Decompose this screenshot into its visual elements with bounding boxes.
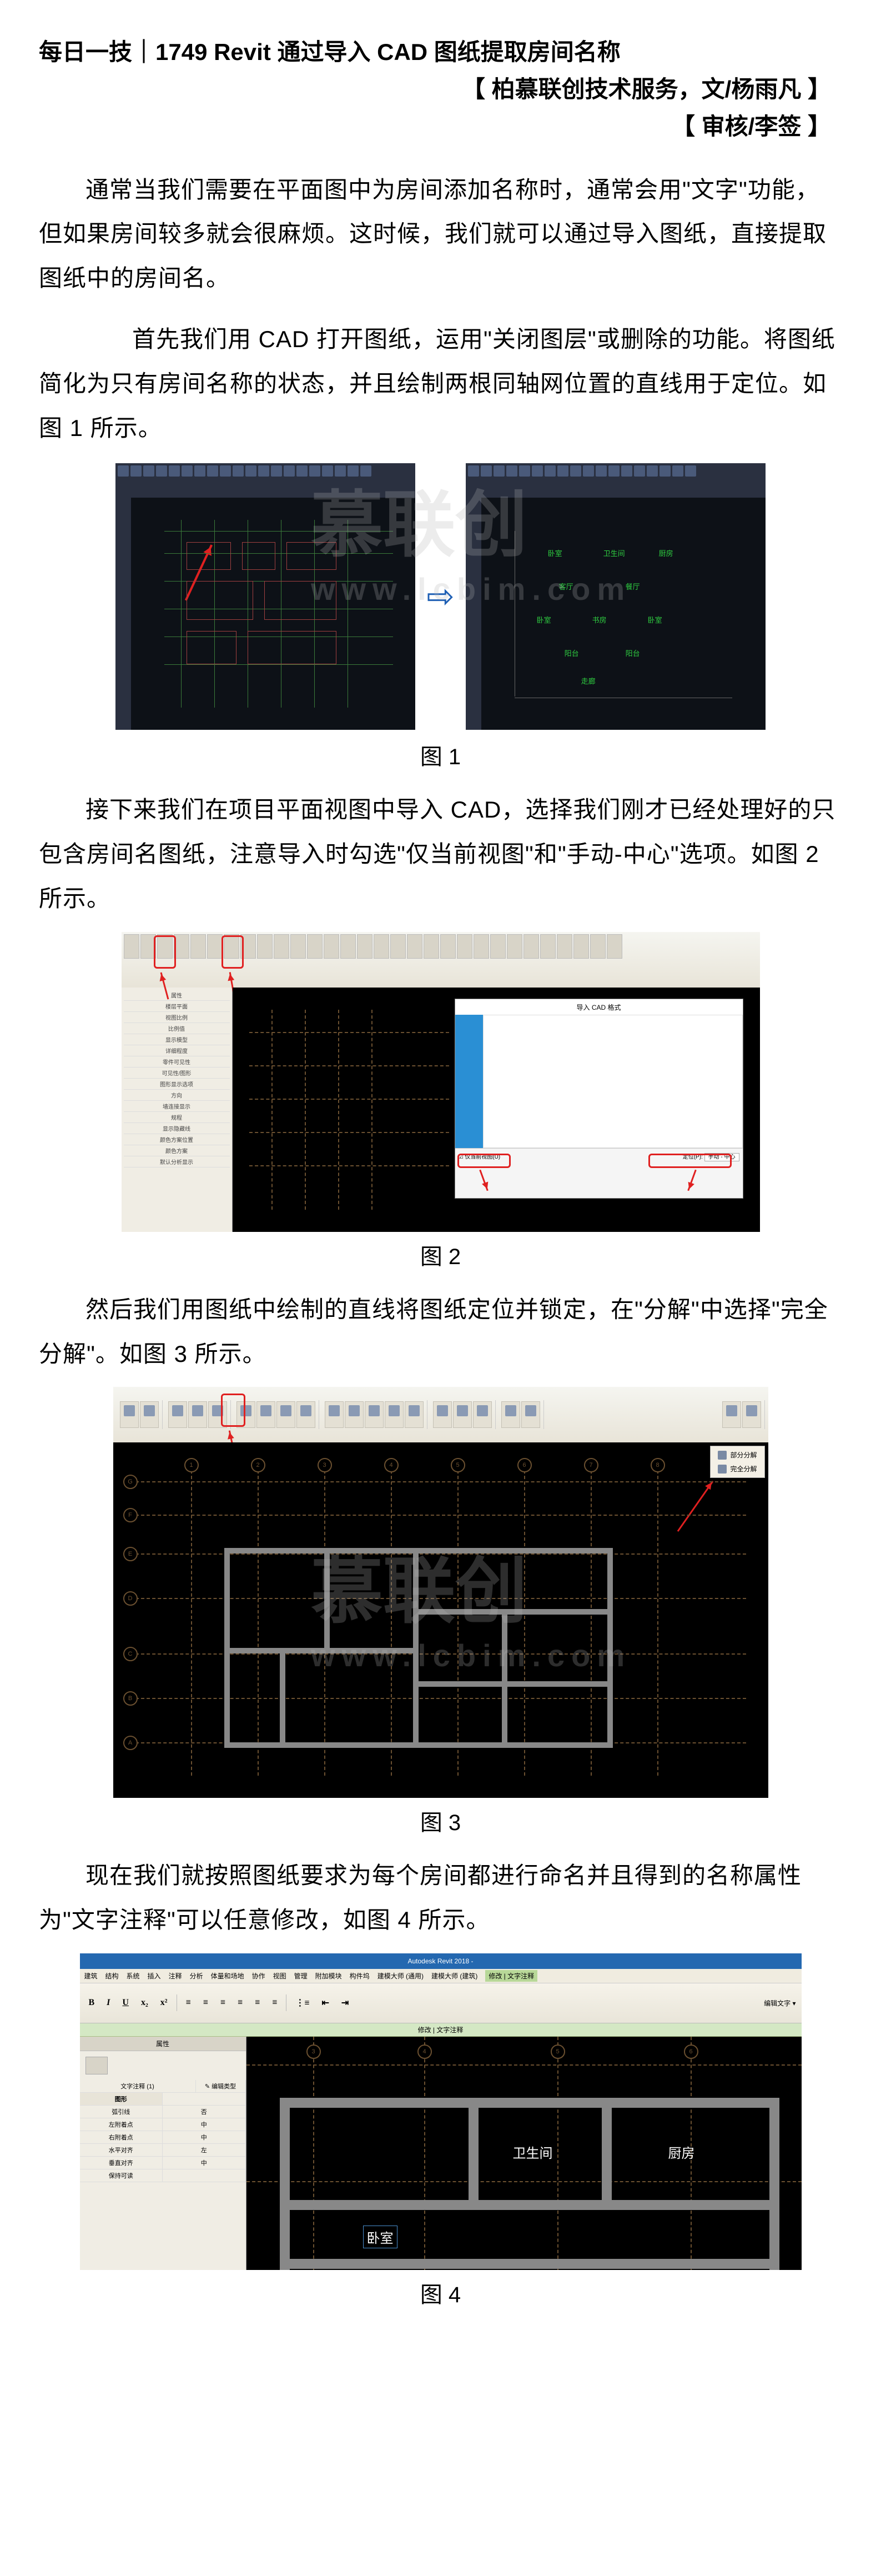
prop-label: 左附着点 [80,2118,163,2131]
tab-item[interactable]: 建模大师 (通用) [377,1971,424,1981]
arrow-right-icon: ⇨ [426,577,454,616]
figure-2: 属性 楼层平面 视图比例 比例值 显示模型 详细程度 零件可见性 可见性/图形 … [39,932,842,1271]
prop-value[interactable]: 中 [163,2131,246,2143]
properties-header: 属性 [80,2037,246,2051]
tab-item[interactable]: 协作 [252,1971,265,1981]
tab-item[interactable]: 视图 [273,1971,286,1981]
title-block: 每日一技｜1749 Revit 通过导入 CAD 图纸提取房间名称 【 柏慕联创… [39,33,842,146]
figure-3-caption: 图 3 [39,1805,842,1837]
tab-item[interactable]: 管理 [294,1971,308,1981]
tab-item[interactable]: 结构 [105,1971,119,1981]
prop-value[interactable]: 中 [163,2118,246,2131]
prop-label: 垂直对齐 [80,2157,163,2169]
figure-2-caption: 图 2 [39,1239,842,1271]
explode-dropdown[interactable]: 部分分解 完全分解 [710,1446,764,1478]
tab-item-active[interactable]: 修改 | 文字注释 [485,1970,537,1982]
tab-item[interactable]: 建模大师 (建筑) [431,1971,477,1981]
cad-before [115,463,415,730]
room-label[interactable]: 厨房 [668,2142,695,2162]
paragraph-5: 现在我们就按照图纸要求为每个房间都进行命名并且得到的名称属性为"文字注释"可以任… [39,1853,842,1942]
prop-value[interactable] [163,2169,246,2182]
paragraph-1: 通常当我们需要在平面图中为房间添加名称时，通常会用"文字"功能，但如果房间较多就… [39,168,842,300]
article-title: 每日一技｜1749 Revit 通过导入 CAD 图纸提取房间名称 [39,33,842,71]
figure-1-caption: 图 1 [39,739,842,771]
prop-value[interactable]: 中 [163,2157,246,2169]
paragraph-2: 首先我们用 CAD 打开图纸，运用"关闭图层"或删除的功能。将图纸简化为只有房间… [39,317,842,450]
dialog-title: 导入 CAD 格式 [455,999,743,1016]
prop-label: 保持可读 [80,2169,163,2182]
italic-button[interactable]: I [103,1997,113,2009]
text-format-ribbon: B I U x₂ x² ≡ ≡ ≡ ≡ ≡ ≡ ⋮≡ ⇤ ⇥ 编辑文字 ▾ [80,1983,802,2023]
properties-panel: 属性 楼层平面 视图比例 比例值 显示模型 详细程度 零件可见性 可见性/图形 … [122,988,233,1232]
figure-1: ⇨ 卧室 卫生间 厨房 客厅 餐厅 卧室 书房 卧室 阳台 阳台 走廊 [39,461,842,771]
align-right-button[interactable]: ≡ [217,1997,229,2009]
align-center-button[interactable]: ≡ [200,1997,212,2009]
revit-canvas: 3 4 5 6 卫生间 厨房 卧室 [246,2037,802,2270]
align-middle-button[interactable]: ≡ [251,1997,263,2009]
revit-ribbon [122,932,760,988]
paragraph-4: 然后我们用图纸中绘制的直线将图纸定位并锁定，在"分解"中选择"完全分解"。如图 … [39,1287,842,1376]
room-label[interactable]: 卫生间 [513,2142,553,2162]
align-top-button[interactable]: ≡ [234,1997,246,2009]
prop-label: 弧引线 [80,2106,163,2118]
tab-item[interactable]: 插入 [148,1971,161,1981]
align-left-button[interactable]: ≡ [183,1997,194,2009]
prop-value[interactable]: 否 [163,2106,246,2118]
edit-type-button[interactable]: ✎ 编辑类型 [196,2080,246,2092]
align-bottom-button[interactable]: ≡ [269,1997,280,2009]
partial-explode-item[interactable]: 部分分解 [712,1448,762,1462]
list-button[interactable]: ⋮≡ [292,1996,313,2009]
bold-button[interactable]: B [85,1997,98,2009]
prop-label: 水平对齐 [80,2144,163,2156]
properties-panel: 属性 文字注释 (1) ✎ 编辑类型 图形 弧引线否 左附着点中 右附着点中 水… [80,2037,246,2270]
underline-button[interactable]: U [119,1997,132,2009]
figure-3: 部分分解 完全分解 1 2 3 4 5 6 [39,1387,842,1837]
tab-item[interactable]: 系统 [127,1971,140,1981]
full-explode-item[interactable]: 完全分解 [712,1462,762,1476]
outdent-button[interactable]: ⇥ [338,1996,352,2009]
figure-4: Autodesk Revit 2018 - 建筑 结构 系统 插入 注释 分析 … [39,1953,842,2309]
prop-label: 右附着点 [80,2131,163,2143]
figure-4-caption: 图 4 [39,2277,842,2309]
revit-ribbon-3 [113,1387,768,1442]
superscript-button[interactable]: x² [157,1997,171,2009]
context-tab-label: 修改 | 文字注释 [80,2023,802,2037]
article-author: 【 柏慕联创技术服务，文/杨雨凡 】 [39,71,842,108]
cad-after: 卧室 卫生间 厨房 客厅 餐厅 卧室 书房 卧室 阳台 阳台 走廊 [466,463,766,730]
revit-titlebar: Autodesk Revit 2018 - [80,1953,802,1969]
type-selector[interactable]: 文字注释 (1) [80,2080,196,2092]
paragraph-3: 接下来我们在项目平面视图中导入 CAD，选择我们刚才已经处理好的只包含房间名图纸… [39,788,842,920]
room-label-selected[interactable]: 卧室 [363,2226,397,2248]
tab-item[interactable]: 构件坞 [350,1971,370,1981]
tab-item[interactable]: 体量和场地 [211,1971,244,1981]
article-reviewer: 【 审核/李签 】 [39,108,842,145]
tab-item[interactable]: 注释 [169,1971,182,1981]
edit-text-label: 编辑文字 ▾ [764,1998,796,2008]
subscript-button[interactable]: x₂ [138,1997,152,2009]
tab-item[interactable]: 附加模块 [315,1971,342,1981]
revit-tab-bar[interactable]: 建筑 结构 系统 插入 注释 分析 体量和场地 协作 视图 管理 附加模块 构件… [80,1969,802,1983]
import-cad-dialog[interactable]: 导入 CAD 格式 ☑ 仅当前视图(U) 定位(P): 手动 - 中心 [455,999,743,1199]
indent-button[interactable]: ⇤ [318,1996,332,2009]
prop-group: 图形 [80,2093,163,2105]
tab-item[interactable]: 建筑 [84,1971,98,1981]
prop-value[interactable]: 左 [163,2144,246,2156]
tab-item[interactable]: 分析 [190,1971,203,1981]
